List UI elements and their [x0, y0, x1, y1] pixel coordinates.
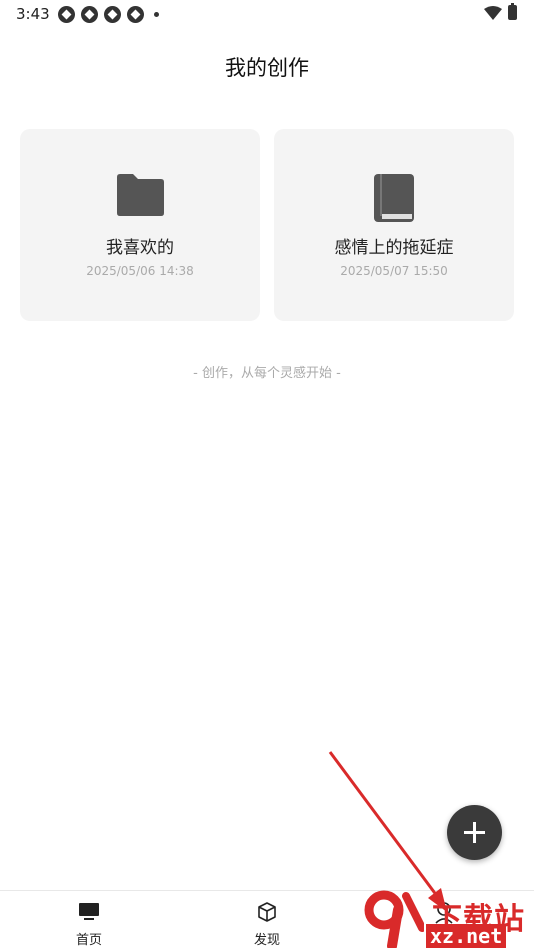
- folder-icon: [117, 174, 164, 216]
- nav-item-home[interactable]: 首页: [29, 891, 149, 951]
- card-date: 2025/05/06 14:38: [86, 264, 194, 278]
- watermark-subtext: xz.net: [426, 924, 507, 948]
- monitor-icon: [79, 903, 99, 920]
- add-creation-button[interactable]: [447, 805, 502, 860]
- slogan-text: - 创作，从每个灵感开始 -: [193, 366, 341, 381]
- creation-card[interactable]: 感情上的拖延症 2025/05/07 15:50: [274, 129, 514, 321]
- status-bar: 3:43: [0, 0, 534, 28]
- battery-icon: [508, 3, 517, 20]
- wifi-icon: [484, 6, 502, 20]
- app-notification-icon: [104, 6, 121, 23]
- app-notification-icon: [127, 6, 144, 23]
- watermark-logo-icon: [364, 890, 424, 948]
- card-date: 2025/05/07 15:50: [340, 264, 448, 278]
- notification-icons: [58, 6, 159, 23]
- nav-label: 首页: [75, 933, 102, 948]
- app-notification-icon: [81, 6, 98, 23]
- status-time: 3:43: [16, 5, 50, 23]
- creation-card[interactable]: 我喜欢的 2025/05/06 14:38: [20, 129, 260, 321]
- app-notification-icon: [58, 6, 75, 23]
- book-icon: [374, 174, 414, 222]
- site-watermark: 下载站 xz.net: [362, 888, 534, 950]
- more-notifications-icon: [154, 12, 159, 17]
- nav-label: 发现: [253, 933, 280, 948]
- cube-icon: [258, 902, 276, 922]
- nav-item-discover[interactable]: 发现: [207, 891, 327, 951]
- card-title: 我喜欢的: [106, 238, 174, 258]
- card-title: 感情上的拖延症: [334, 238, 454, 258]
- page-title: 我的创作: [225, 56, 309, 80]
